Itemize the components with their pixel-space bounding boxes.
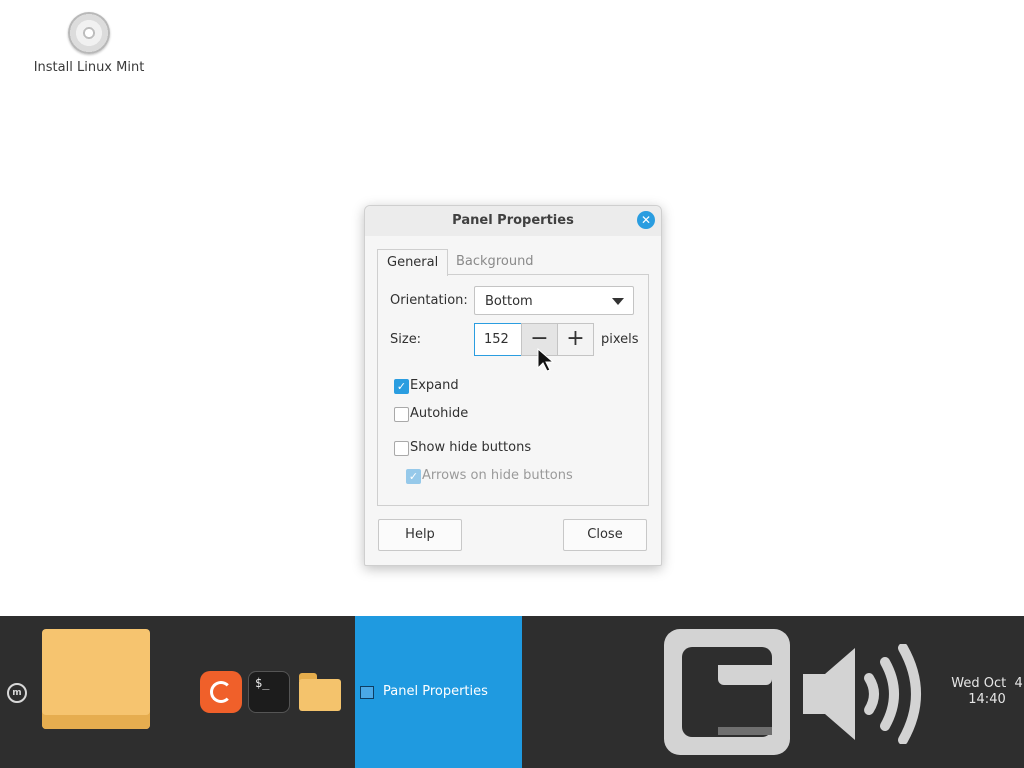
general-tab-panel: Orientation: Bottom Size: 152 − + pixels… (377, 274, 649, 506)
close-icon[interactable]: ✕ (637, 211, 655, 229)
window-icon (360, 686, 374, 699)
arrows-on-hide-buttons-checkbox: ✓ (406, 469, 421, 484)
orientation-value: Bottom (485, 294, 533, 309)
chevron-down-icon (612, 298, 624, 305)
expand-label[interactable]: Expand (410, 378, 459, 393)
show-hide-buttons-checkbox[interactable] (394, 441, 409, 456)
taskbar-item-panel-properties[interactable]: Panel Properties (355, 616, 522, 768)
clock-date: Wed Oct 4 (951, 676, 1023, 691)
files-icon[interactable] (299, 671, 341, 713)
expand-checkbox[interactable]: ✓ (394, 379, 409, 394)
size-input[interactable]: 152 (474, 323, 522, 356)
folder-icon[interactable] (42, 629, 150, 729)
orientation-select[interactable]: Bottom (474, 286, 634, 315)
size-unit-label: pixels (601, 332, 639, 347)
autohide-checkbox[interactable] (394, 407, 409, 422)
taskbar-item-label: Panel Properties (383, 684, 488, 699)
mouse-cursor-icon (537, 348, 555, 372)
bottom-panel: m $_ Panel Properties Wed Oct 4 14:40 (0, 616, 1024, 768)
volume-icon[interactable] (803, 644, 943, 744)
linux-mint-menu-icon[interactable]: m (7, 683, 27, 703)
help-button[interactable]: Help (378, 519, 462, 551)
desktop-icon-label: Install Linux Mint (33, 60, 145, 75)
arrows-on-hide-buttons-label: Arrows on hide buttons (422, 468, 573, 483)
network-icon[interactable] (664, 629, 790, 755)
terminal-icon[interactable]: $_ (248, 671, 290, 713)
dialog-title: Panel Properties (452, 213, 574, 228)
size-label: Size: (390, 332, 422, 347)
autohide-label[interactable]: Autohide (410, 406, 468, 421)
disc-icon (68, 12, 110, 54)
orientation-label: Orientation: (390, 293, 468, 308)
firefox-icon[interactable] (200, 671, 242, 713)
tab-background[interactable]: Background (447, 249, 543, 275)
clock[interactable]: Wed Oct 4 14:40 (946, 676, 1024, 708)
show-hide-buttons-label[interactable]: Show hide buttons (410, 440, 531, 455)
size-increment-button[interactable]: + (557, 323, 594, 356)
clock-time: 14:40 (968, 692, 1006, 707)
panel-properties-dialog: Panel Properties ✕ General Background Or… (364, 205, 662, 566)
desktop-icon-install-linux-mint[interactable]: Install Linux Mint (30, 10, 148, 75)
dialog-titlebar[interactable]: Panel Properties ✕ (365, 206, 661, 236)
tab-general[interactable]: General (377, 249, 449, 276)
close-button[interactable]: Close (563, 519, 647, 551)
